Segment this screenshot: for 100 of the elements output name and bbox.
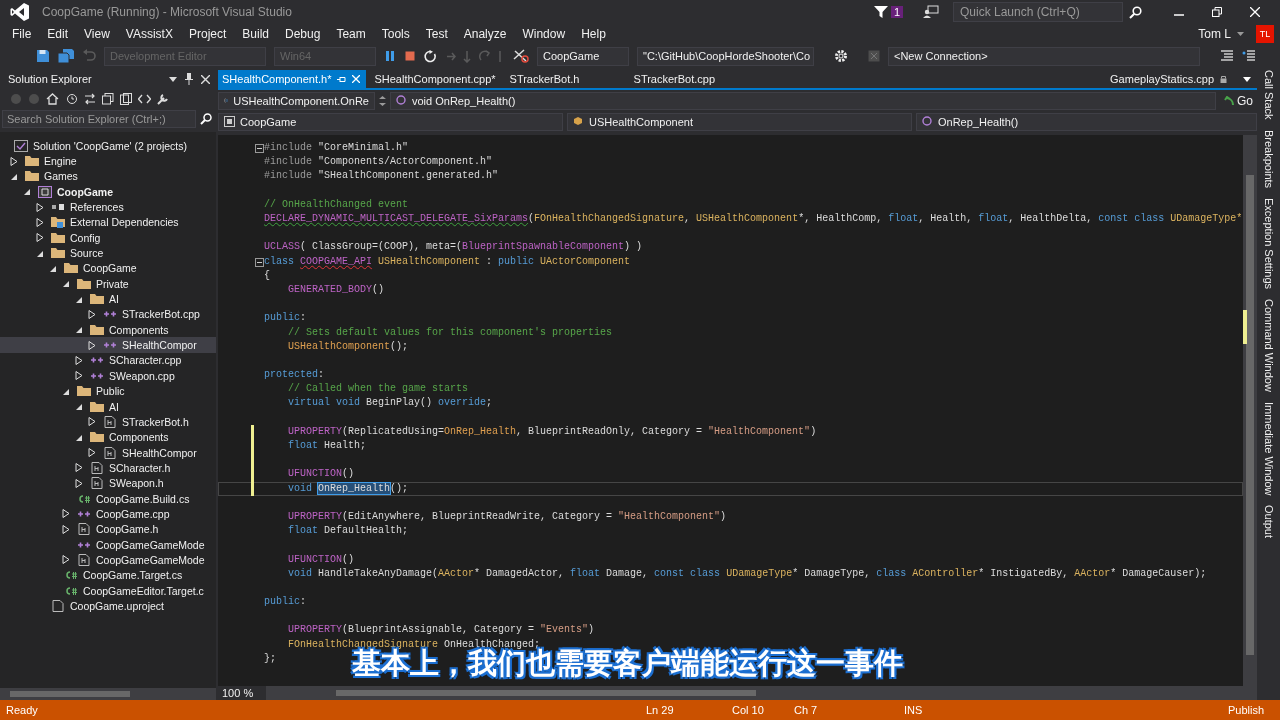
tree-item[interactable]: STrackerBot.cpp [0, 306, 216, 323]
file-tab[interactable]: GameplayStatics.cpp [1106, 70, 1237, 88]
tree-item[interactable]: STrackerBot.h [0, 414, 216, 430]
tree-item[interactable]: CoopGame.Target.cs [0, 567, 216, 583]
user-avatar[interactable]: TL [1256, 25, 1274, 43]
menu-item[interactable]: Tools [373, 27, 418, 41]
collapse-icon[interactable] [255, 144, 264, 153]
file-tab[interactable]: SHealthComponent.h* [218, 70, 367, 88]
notification-count[interactable]: 1 [890, 6, 903, 18]
tree-item[interactable]: CoopGame [0, 260, 216, 277]
files-icon[interactable] [120, 93, 132, 105]
pause-icon[interactable] [384, 50, 396, 62]
expander-icon[interactable] [88, 417, 96, 427]
function-dropdown[interactable]: OnRep_Health() [916, 112, 1257, 131]
collapse-all-icon[interactable] [102, 93, 114, 105]
tree-item[interactable]: SWeapon.cpp [0, 368, 216, 384]
sync-icon[interactable] [84, 93, 96, 105]
expander-icon[interactable] [62, 524, 70, 534]
tree-item[interactable]: Components [0, 429, 216, 445]
member-dropdown[interactable]: void OnRep_Health() [390, 91, 1216, 110]
scope-dropdown[interactable]: USHealthComponent.OnRe [218, 91, 375, 110]
pin-icon[interactable] [337, 74, 347, 84]
search-icon[interactable] [1129, 5, 1142, 19]
file-tab[interactable]: STrackerBot.cpp [629, 70, 754, 88]
save-icon[interactable] [36, 49, 50, 63]
expander-icon[interactable] [62, 555, 70, 565]
expander-icon[interactable] [75, 478, 83, 488]
tree-item[interactable]: Components [0, 322, 216, 338]
expander-icon[interactable] [62, 509, 70, 519]
expander-icon[interactable] [75, 356, 83, 365]
expander-icon[interactable] [23, 187, 31, 197]
expander-icon[interactable] [36, 233, 44, 243]
collapse-icon[interactable] [255, 257, 264, 267]
tree-item[interactable]: SWeapon.h [0, 475, 216, 491]
expander-icon[interactable] [88, 448, 96, 458]
tool-window-tab[interactable]: Output [1262, 505, 1275, 539]
tree-item[interactable]: Source [0, 245, 216, 261]
tree-item[interactable]: CoopGame.cpp [0, 506, 216, 522]
code-icon[interactable] [138, 93, 151, 105]
tree-item[interactable]: CoopGameGameMode [0, 552, 216, 568]
expander-icon[interactable] [75, 325, 83, 335]
tool-window-tab[interactable]: Immediate Window [1262, 401, 1275, 496]
file-tab[interactable]: STrackerBot.h [505, 70, 630, 88]
tree-item[interactable]: Private [0, 276, 216, 292]
gear-icon[interactable] [834, 49, 848, 63]
menu-item[interactable]: Test [417, 27, 456, 41]
tree-item[interactable]: Public [0, 383, 216, 399]
connection-dropdown[interactable]: <New Connection> [888, 46, 1200, 66]
tool-window-tab[interactable]: Call Stack [1262, 70, 1275, 120]
menu-item[interactable]: Team [328, 27, 374, 41]
expander-icon[interactable] [88, 309, 96, 319]
zoom-dropdown[interactable]: 100 % [218, 686, 266, 700]
tree-item[interactable]: Solution 'CoopGame' (2 projects) [0, 138, 216, 154]
menu-item[interactable]: Build [234, 27, 277, 41]
cancel-icon[interactable] [868, 50, 880, 62]
class-dropdown[interactable]: USHealthComponent [567, 112, 912, 131]
save-all-icon[interactable] [58, 49, 74, 63]
tree-item[interactable]: SCharacter.h [0, 460, 216, 476]
hot-reload-icon[interactable] [513, 49, 529, 63]
tree-item[interactable]: Config [0, 230, 216, 246]
history-icon[interactable] [65, 93, 78, 105]
expander-icon[interactable] [75, 463, 83, 473]
tree-item[interactable]: AI [0, 291, 216, 307]
tree-item[interactable]: SHealthCompor [0, 337, 216, 353]
spinner-icon[interactable] [379, 94, 386, 107]
menu-item[interactable]: VAssistX [117, 27, 181, 41]
expander-icon[interactable] [62, 279, 70, 289]
go-button[interactable]: Go [1220, 93, 1257, 108]
close-icon[interactable] [201, 74, 210, 84]
tree-item[interactable]: AI [0, 398, 216, 415]
tree-item[interactable]: SCharacter.cpp [0, 352, 216, 369]
publish-button[interactable]: Publish [1227, 704, 1264, 716]
menu-item[interactable]: Analyze [455, 27, 515, 41]
tree-item[interactable]: External Dependencies [0, 214, 216, 231]
tree-item[interactable]: CoopGameGameMode [0, 536, 216, 553]
expander-icon[interactable] [75, 402, 83, 411]
tree-item[interactable]: CoopGame.h [0, 521, 216, 537]
menu-item[interactable]: Project [180, 27, 235, 41]
menu-item[interactable]: View [76, 27, 118, 41]
menu-item[interactable]: File [4, 27, 40, 41]
expander-icon[interactable] [36, 217, 44, 227]
search-icon[interactable] [200, 113, 212, 125]
search-field[interactable]: Search Solution Explorer (Ctrl+;) [2, 110, 196, 128]
restore-icon[interactable] [1212, 7, 1222, 17]
menu-item[interactable]: Help [573, 27, 614, 41]
restart-icon[interactable] [424, 49, 437, 63]
expander-icon[interactable] [75, 371, 83, 381]
stop-icon[interactable] [404, 50, 416, 62]
filter-icon[interactable] [872, 5, 889, 19]
startup-project-dropdown[interactable]: CoopGame [537, 46, 629, 66]
menu-item[interactable]: Window [514, 27, 574, 41]
expander-icon[interactable] [10, 156, 18, 166]
wrench-icon[interactable] [157, 93, 169, 105]
caret-icon[interactable] [169, 76, 177, 82]
expander-icon[interactable] [88, 340, 96, 350]
tree-item[interactable]: CoopGameEditor.Target.c [0, 582, 216, 599]
tree-item[interactable]: SHealthCompor [0, 444, 216, 461]
vertical-scrollbar[interactable] [1243, 135, 1257, 686]
tool-window-tab[interactable]: Exception Settings [1262, 197, 1275, 289]
list-icon[interactable] [1220, 50, 1234, 62]
